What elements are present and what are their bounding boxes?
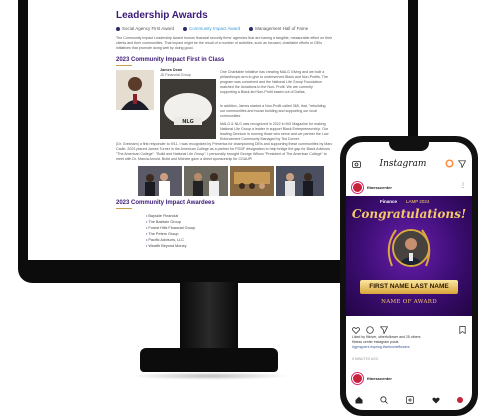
likes-count[interactable]: Liked by fitlover, otherfollower and 25 … [352, 335, 420, 339]
section-title: 2023 Community Impact First in Class [116, 57, 225, 63]
cap-photo: NLG [160, 79, 216, 139]
tab-icon [182, 26, 187, 31]
more-options-icon[interactable]: ⋮ [460, 182, 466, 189]
page-title: Leadership Awards [116, 10, 208, 21]
brand-name: Finance [380, 199, 398, 204]
post-username[interactable]: fitnesscenter [367, 376, 392, 381]
header-actions [445, 155, 467, 173]
post-image[interactable]: Finance LAMP 2024 Congratulations! FIRST… [346, 196, 472, 316]
divider [116, 208, 132, 209]
stand-shadow [130, 372, 290, 380]
divider [116, 65, 132, 66]
awardees-title: 2023 Community Impact Awardees [116, 200, 215, 206]
tab-icon [116, 26, 120, 31]
direct-message-icon[interactable] [457, 155, 467, 173]
caption-hashtags[interactable]: #gymgoers #spring #welcomeflowers [352, 345, 410, 349]
monitor-stand-base [140, 348, 278, 372]
avatar[interactable] [352, 373, 363, 384]
winner-photo [392, 229, 430, 267]
brand-event: LAMP 2024 [406, 199, 430, 204]
tab-management-hall[interactable]: Management Hall of Fame [249, 26, 308, 31]
award-name: NAME OF AWARD [381, 299, 437, 305]
camera-icon[interactable] [352, 155, 361, 173]
post-username[interactable]: fitnesscenter [367, 185, 392, 190]
search-icon[interactable] [380, 391, 389, 409]
phone-notch [389, 142, 429, 151]
next-post-author[interactable]: fitnesscenter [352, 373, 392, 384]
tab-community-impact[interactable]: Community Impact Award [182, 26, 241, 31]
activity-heart-icon[interactable] [432, 391, 440, 409]
instagram-header: Instagram [346, 156, 472, 172]
tab-icon [249, 26, 254, 31]
monitor-stand-neck [180, 282, 238, 356]
phone-screen: Instagram fitnesscenter ⋮ Finance LAMP 2… [346, 142, 472, 410]
tab-label: Management Hall of Fame [255, 26, 309, 31]
avatar[interactable] [352, 182, 363, 193]
timestamp: 5 MINUTES AGO [352, 357, 379, 361]
bio-paragraph-4: (Dr. Gresham) a first responder to 9/11.… [116, 142, 333, 161]
tab-label: Social Agency First Award [122, 26, 174, 31]
event-photo-4 [276, 166, 324, 196]
bookmark-icon[interactable] [459, 321, 466, 339]
awardees-list: Bayside Financial The Baldwin Group Fore… [146, 213, 195, 249]
congratulations-heading: Congratulations! [351, 207, 467, 221]
instagram-logo: Instagram [379, 159, 427, 169]
profile-avatar[interactable] [457, 397, 464, 403]
smartphone: Instagram fitnesscenter ⋮ Finance LAMP 2… [340, 136, 478, 416]
list-item: Wealth Beyond Money [146, 243, 195, 249]
caption-text: fitness center instagram posts [352, 340, 399, 344]
event-photo-2 [184, 166, 228, 196]
event-photo-3 [230, 166, 274, 196]
bottom-nav [346, 393, 472, 407]
winner-name: James Dean [160, 68, 183, 72]
winner-portrait [116, 70, 154, 110]
award-tabs: Social Agency First Award Community Impa… [116, 26, 308, 31]
post-author[interactable]: fitnesscenter [352, 182, 392, 193]
add-post-icon[interactable] [406, 391, 414, 409]
bio-paragraph-3: MALG & NLG was recognized in 2022 in MG … [220, 122, 329, 141]
tab-label: Community Impact Award [188, 26, 241, 31]
bio-paragraph-1: One Charitable initiative has creating M… [220, 70, 329, 94]
intro-paragraph: The Community Impact Leadership Award ho… [116, 36, 333, 50]
svg-text:NLG: NLG [182, 119, 193, 125]
igtv-icon[interactable] [445, 155, 454, 173]
home-icon[interactable] [355, 391, 363, 409]
post-caption: fitness center instagram posts #gymgoers… [352, 340, 466, 349]
winner-firm: JD Financial Group [160, 73, 191, 77]
event-photo-1 [138, 166, 182, 196]
bio-paragraph-2: In addition, James started a Non-Profit … [220, 104, 326, 118]
winner-nameplate: FIRST NAME LAST NAME [360, 280, 458, 294]
tab-social-agency[interactable]: Social Agency First Award [116, 26, 174, 31]
